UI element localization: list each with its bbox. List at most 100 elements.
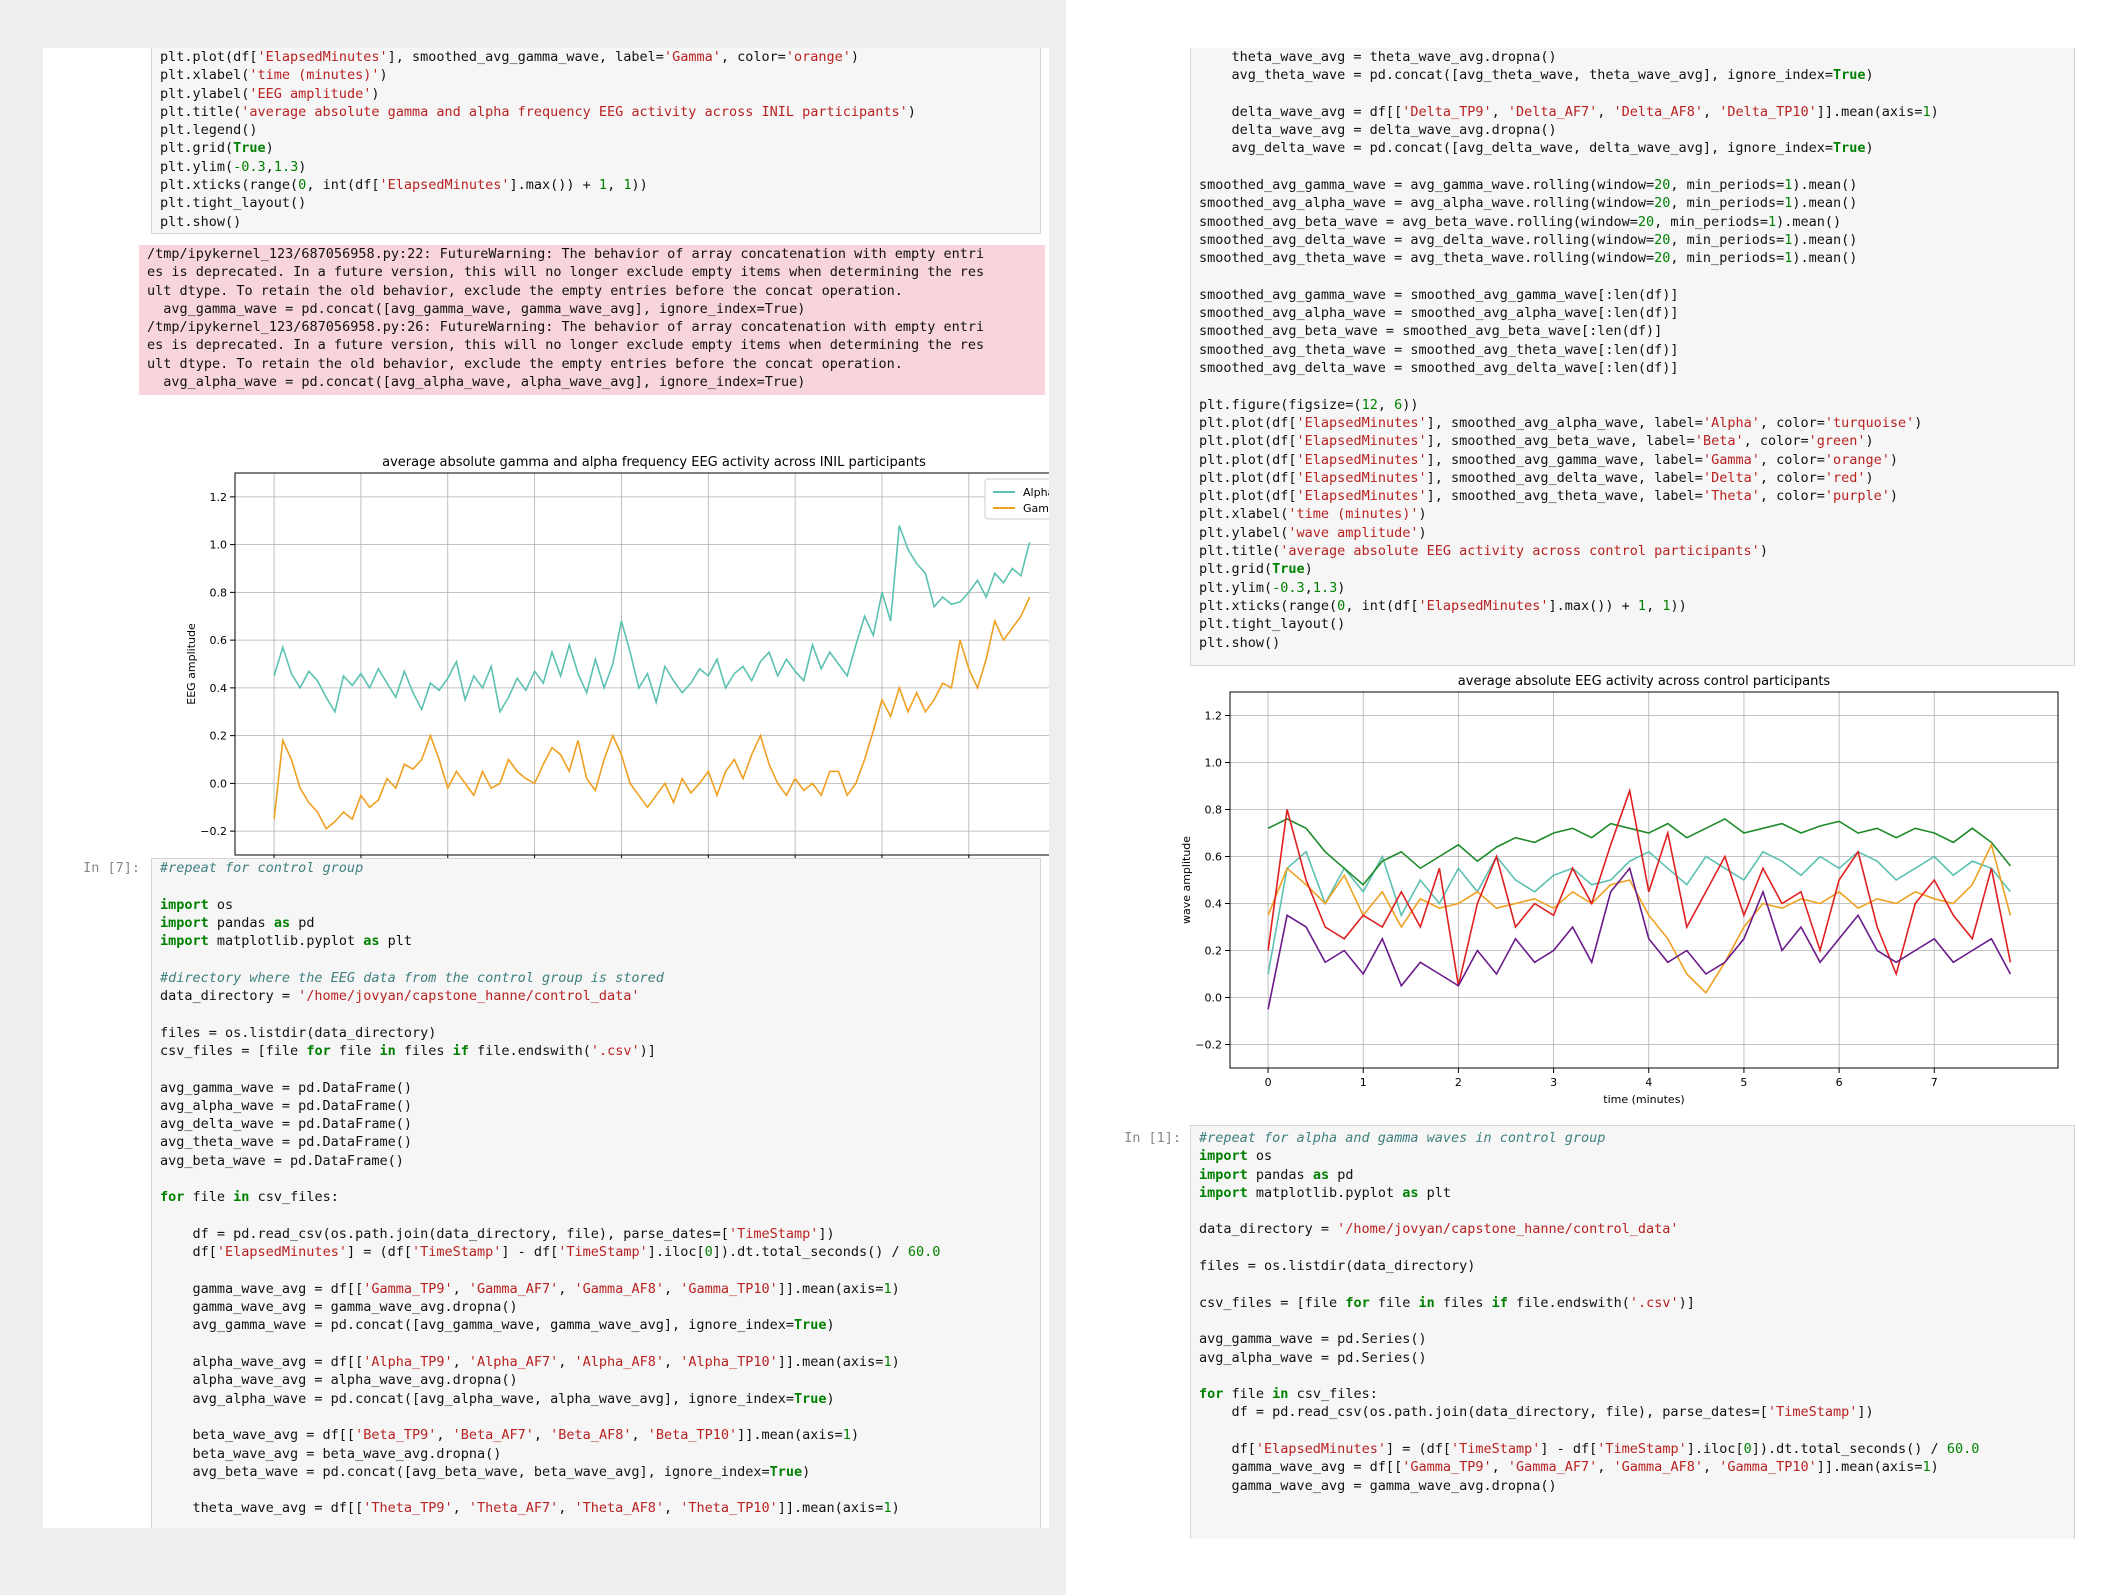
y-tick-label: 0.8 (210, 586, 228, 599)
y-axis-label: EEG amplitude (185, 623, 198, 705)
code-line: smoothed_avg_delta_wave = avg_delta_wave… (1199, 231, 1858, 248)
code-line: plt.plot(df['ElapsedMinutes'], smoothed_… (1199, 488, 1899, 505)
code-line: plt.ylim(-0.3,1.3) (1199, 579, 1346, 596)
code-line: plt.plot(df['ElapsedMinutes'], smoothed_… (160, 49, 860, 65)
code-line: plt.title('average absolute gamma and al… (160, 103, 916, 120)
y-tick-label: 0.4 (1205, 898, 1223, 911)
plot-area (235, 473, 1049, 855)
code-line: gamma_wave_avg = df[['Gamma_TP9', 'Gamma… (1199, 1459, 1939, 1476)
x-tick-label: 4 (1645, 1076, 1652, 1089)
y-tick-label: 0.6 (210, 634, 228, 647)
x-tick-label: 7 (1931, 1076, 1938, 1089)
output-line: /tmp/ipykernel_123/687056958.py:26: Futu… (147, 319, 985, 336)
control-eeg-chart: 0 1 2 3 4 5 6 7 −0.2 0.0 0.2 0.4 0.6 0.8 1.0 1.2 average… (1180, 674, 2059, 1106)
cell-prompt: In [1]: (1124, 1130, 1181, 1146)
code-line: plt.ylabel('wave amplitude') (1199, 524, 1427, 541)
y-tick-label: 1.2 (1205, 710, 1223, 723)
code-line: import os (1199, 1148, 1273, 1165)
code-line: df = pd.read_csv(os.path.join(data_direc… (160, 1225, 835, 1242)
code-line: avg_beta_wave = pd.DataFrame() (160, 1152, 404, 1169)
code-line: plt.ylim(-0.3,1.3) (160, 158, 307, 175)
x-tick-label: 5 (1740, 1076, 1747, 1089)
x-tick-label: 3 (1550, 1076, 1557, 1089)
code-cell-plot-all-waves[interactable]: theta_wave_avg = theta_wave_avg.dropna()… (1190, 48, 2075, 666)
code-line: avg_gamma_wave = pd.concat([avg_gamma_wa… (160, 1317, 835, 1334)
y-axis-label: wave amplitude (1180, 836, 1193, 924)
code-line: avg_beta_wave = pd.concat([avg_beta_wave… (160, 1463, 811, 1480)
code-line: avg_gamma_wave = pd.Series() (1199, 1331, 1427, 1348)
code-line: smoothed_avg_gamma_wave = smoothed_avg_g… (1199, 286, 1679, 303)
x-tick-label: 2 (1455, 1076, 1462, 1089)
alpha-gamma-chart: 012345678−0.20.00.20.40.60.81.01.2averag… (185, 455, 1049, 893)
code-line: smoothed_avg_theta_wave = avg_theta_wave… (1199, 250, 1858, 267)
code-cell-lines: #repeat for alpha and gamma waves in con… (1199, 1129, 2074, 1495)
y-tick-label: 0.2 (210, 730, 228, 743)
code-line: plt.plot(df['ElapsedMinutes'], smoothed_… (1199, 414, 1923, 431)
code-line: files = os.listdir(data_directory) (1199, 1258, 1476, 1275)
code-line: data_directory = '/home/jovyan/capstone_… (160, 988, 640, 1005)
code-line: smoothed_avg_theta_wave = smoothed_avg_t… (1199, 341, 1679, 358)
code-line: avg_delta_wave = pd.concat([avg_delta_wa… (1199, 140, 1874, 157)
code-line: plt.show() (1199, 634, 1281, 651)
code-line: import matplotlib.pyplot as plt (1199, 1184, 1451, 1201)
code-line: #repeat for alpha and gamma waves in con… (1199, 1130, 1606, 1146)
code-cell-alpha-gamma-control[interactable]: #repeat for alpha and gamma waves in con… (1190, 1125, 2075, 1539)
code-cell-lines: plt.plot(df['ElapsedMinutes'], smoothed_… (160, 48, 1040, 231)
code-line: delta_wave_avg = df[['Delta_TP9', 'Delta… (1199, 103, 1939, 120)
code-line: gamma_wave_avg = gamma_wave_avg.dropna() (1199, 1477, 1557, 1494)
code-line: df['ElapsedMinutes'] = (df['TimeStamp'] … (1199, 1441, 1980, 1458)
code-cell-lines: theta_wave_avg = theta_wave_avg.dropna()… (1199, 48, 2074, 652)
code-line: alpha_wave_avg = alpha_wave_avg.dropna() (160, 1372, 518, 1389)
code-line: avg_alpha_wave = pd.DataFrame() (160, 1097, 412, 1114)
code-line: df['ElapsedMinutes'] = (df['TimeStamp'] … (160, 1244, 941, 1261)
code-line: delta_wave_avg = delta_wave_avg.dropna() (1199, 122, 1557, 139)
code-line: plt.plot(df['ElapsedMinutes'], smoothed_… (1199, 451, 1899, 468)
code-line: avg_theta_wave = pd.concat([avg_theta_wa… (1199, 67, 1874, 84)
code-line: smoothed_avg_alpha_wave = smoothed_avg_a… (1199, 305, 1679, 322)
code-line: smoothed_avg_alpha_wave = avg_alpha_wave… (1199, 195, 1858, 212)
code-line: plt.grid(True) (160, 140, 274, 157)
code-line: avg_alpha_wave = pd.Series() (1199, 1349, 1427, 1366)
code-line: plt.show() (160, 213, 242, 230)
y-tick-label: 0.4 (210, 682, 228, 695)
y-tick-label: 0.6 (1205, 851, 1223, 864)
code-line: #repeat for control group (160, 860, 364, 876)
future-warning-output: /tmp/ipykernel_123/687056958.py:22: Futu… (139, 245, 1045, 395)
y-tick-label: −0.2 (200, 825, 227, 838)
code-line: import pandas as pd (1199, 1166, 1354, 1183)
y-tick-label: 0.2 (1205, 945, 1223, 958)
code-line: smoothed_avg_gamma_wave = avg_gamma_wave… (1199, 177, 1858, 194)
code-cell-plot-script[interactable]: plt.plot(df['ElapsedMinutes'], smoothed_… (151, 48, 1041, 234)
legend-label: Alpha (1023, 486, 1049, 499)
code-line: plt.legend() (160, 122, 258, 139)
output-line: ult dtype. To retain the old behavior, e… (147, 355, 903, 372)
code-line: alpha_wave_avg = df[['Alpha_TP9', 'Alpha… (160, 1354, 900, 1371)
code-cell-lines: #repeat for control group import os import… (160, 859, 1040, 1518)
code-line: theta_wave_avg = df[['Theta_TP9', 'Theta… (160, 1500, 900, 1517)
code-line: plt.plot(df['ElapsedMinutes'], smoothed_… (1199, 433, 1874, 450)
output-line: avg_gamma_wave = pd.concat([avg_gamma_wa… (147, 300, 806, 317)
x-tick-label: 6 (1836, 1076, 1843, 1089)
y-tick-label: 0.8 (1205, 804, 1223, 817)
output-line: avg_alpha_wave = pd.concat([avg_alpha_wa… (147, 374, 806, 391)
code-line: plt.figure(figsize=(12, 6)) (1199, 396, 1419, 413)
code-line: import pandas as pd (160, 914, 315, 931)
code-line: plt.tight_layout() (160, 195, 307, 212)
code-cell-control-group[interactable]: #repeat for control group import os import… (151, 858, 1041, 1528)
code-line: csv_files = [file for file in files if f… (1199, 1294, 1695, 1311)
code-line: plt.xlabel('time (minutes)') (1199, 506, 1427, 523)
chart-title: average absolute EEG activity across con… (1458, 674, 1831, 689)
code-line: beta_wave_avg = df[['Beta_TP9', 'Beta_AF… (160, 1427, 860, 1444)
code-line: for file in csv_files: (160, 1189, 339, 1206)
legend-label: Gamma (1023, 502, 1049, 515)
